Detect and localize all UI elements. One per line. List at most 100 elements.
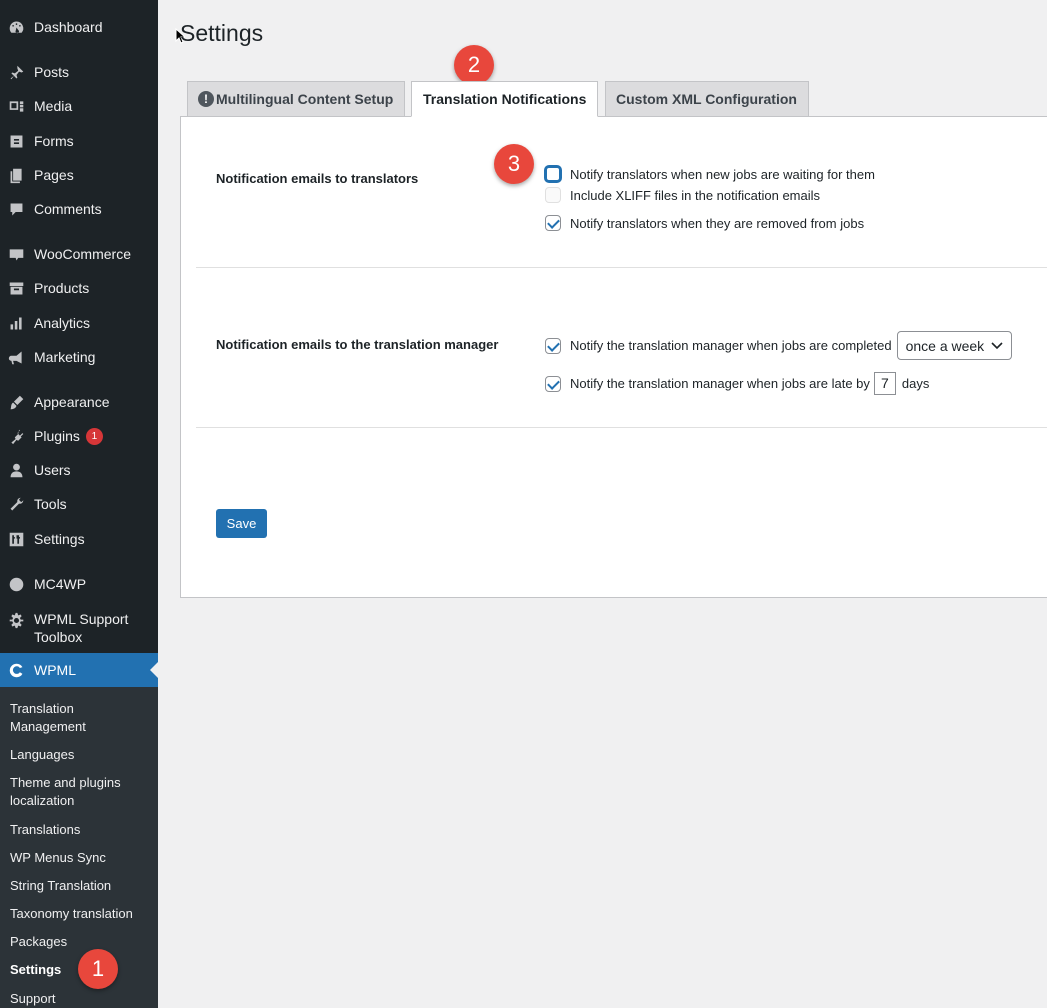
- menu-label: Posts: [34, 64, 70, 80]
- menu-woocommerce[interactable]: WooCommerce: [0, 237, 158, 271]
- wrench-icon: [7, 495, 25, 513]
- chevron-down-icon: [991, 341, 1003, 349]
- menu-wpml[interactable]: WPML: [0, 653, 158, 687]
- option-notify-new-jobs[interactable]: Notify translators when new jobs are wai…: [545, 166, 875, 182]
- user-icon: [7, 461, 25, 479]
- brush-icon: [7, 393, 25, 411]
- option-notify-late[interactable]: Notify the translation manager when jobs…: [545, 372, 929, 395]
- menu-posts[interactable]: Posts: [0, 55, 158, 89]
- pages-icon: [7, 166, 25, 184]
- menu-tools[interactable]: Tools: [0, 487, 158, 521]
- menu-label: Users: [34, 462, 71, 478]
- option-label: Include XLIFF files in the notification …: [570, 187, 821, 203]
- section-divider: [196, 427, 1047, 428]
- media-icon: [7, 97, 25, 115]
- menu-mc4wp[interactable]: MC4WP: [0, 567, 158, 601]
- tab-label: Custom XML Configuration: [616, 91, 797, 107]
- section-divider: [196, 267, 1047, 268]
- submenu-languages[interactable]: Languages: [10, 746, 150, 764]
- menu-label: Comments: [34, 201, 102, 217]
- option-notify-removed[interactable]: Notify translators when they are removed…: [545, 215, 864, 231]
- archive-icon: [7, 279, 25, 297]
- plugin-icon: [7, 427, 25, 445]
- active-menu-arrow: [150, 662, 158, 678]
- wpml-icon: [7, 661, 25, 679]
- menu-label: Forms: [34, 133, 74, 149]
- tab-multilingual-content-setup[interactable]: ! Multilingual Content Setup: [187, 81, 405, 117]
- mc4wp-icon: [7, 575, 25, 593]
- menu-comments[interactable]: Comments: [0, 192, 158, 226]
- menu-products[interactable]: Products: [0, 271, 158, 305]
- menu-dashboard[interactable]: Dashboard: [0, 10, 158, 44]
- gear-icon: [7, 611, 25, 629]
- menu-pages[interactable]: Pages: [0, 158, 158, 192]
- submenu-wp-menus-sync[interactable]: WP Menus Sync: [10, 849, 150, 867]
- sliders-icon: [7, 530, 25, 548]
- submenu-taxonomy-translation[interactable]: Taxonomy translation: [10, 905, 150, 923]
- menu-plugins[interactable]: Plugins 1: [0, 419, 158, 453]
- menu-label: WPML Support Toolbox: [34, 611, 129, 645]
- option-label: Notify the translation manager when jobs…: [570, 338, 892, 353]
- menu-label: Analytics: [34, 315, 91, 331]
- menu-label: Appearance: [34, 394, 110, 410]
- menu-appearance[interactable]: Appearance: [0, 385, 158, 419]
- menu-label: Marketing: [34, 349, 96, 365]
- menu-label: Plugins: [34, 428, 80, 444]
- step-marker-2: 2: [454, 45, 494, 85]
- menu-label: Media: [34, 98, 73, 114]
- days-label: days: [901, 376, 930, 391]
- menu-label: Tools: [34, 496, 67, 512]
- submenu-translations[interactable]: Translations: [10, 821, 150, 839]
- update-count-badge: 1: [85, 427, 103, 445]
- menu-label: Dashboard: [34, 19, 103, 35]
- menu-analytics[interactable]: Analytics: [0, 306, 158, 340]
- menu-wpml-support-toolbox[interactable]: WPML Support Toolbox: [0, 606, 158, 650]
- menu-label: Settings: [34, 531, 85, 547]
- option-label: Notify the translation manager when jobs…: [570, 376, 870, 391]
- manager-section-label: Notification emails to the translation m…: [216, 337, 499, 352]
- woocommerce-icon: [7, 245, 25, 263]
- translators-section-label: Notification emails to translators: [216, 171, 419, 186]
- menu-media[interactable]: Media: [0, 89, 158, 123]
- forms-icon: [7, 132, 25, 150]
- comments-icon: [7, 200, 25, 218]
- menu-label: WPML: [34, 662, 76, 678]
- menu-marketing[interactable]: Marketing: [0, 340, 158, 374]
- submenu-packages[interactable]: Packages: [10, 933, 150, 951]
- include-xliff-checkbox: [545, 187, 561, 203]
- notify-removed-checkbox[interactable]: [545, 215, 561, 231]
- notify-new-jobs-checkbox[interactable]: [545, 166, 561, 182]
- megaphone-icon: [7, 348, 25, 366]
- save-button[interactable]: Save: [216, 509, 267, 538]
- tab-label: Translation Notifications: [423, 91, 587, 107]
- notify-completed-checkbox[interactable]: [545, 337, 561, 354]
- tab-label: Multilingual Content Setup: [216, 91, 394, 107]
- option-notify-completed[interactable]: Notify the translation manager when jobs…: [545, 331, 1012, 360]
- bar-chart-icon: [7, 314, 25, 332]
- submenu-support[interactable]: Support: [10, 990, 150, 1008]
- menu-forms[interactable]: Forms: [0, 124, 158, 158]
- tab-translation-notifications[interactable]: Translation Notifications: [411, 81, 598, 117]
- notify-late-checkbox[interactable]: [545, 375, 561, 392]
- step-marker-1: 1: [78, 949, 118, 989]
- admin-sidebar: Dashboard Posts Media Forms Pages Commen…: [0, 0, 158, 1008]
- option-label: Notify translators when new jobs are wai…: [570, 166, 875, 182]
- menu-label: MC4WP: [34, 576, 87, 592]
- submenu-string-translation[interactable]: String Translation: [10, 877, 150, 895]
- dashboard-icon: [7, 18, 25, 36]
- submenu-theme-plugins-localization[interactable]: Theme and plugins localization: [10, 774, 150, 810]
- option-include-xliff: Include XLIFF files in the notification …: [545, 187, 820, 203]
- submenu-translation-management[interactable]: Translation Management: [10, 700, 150, 736]
- frequency-select[interactable]: once a week: [896, 331, 1012, 360]
- menu-label: Pages: [34, 167, 74, 183]
- warning-icon: !: [198, 91, 214, 107]
- tab-custom-xml-configuration[interactable]: Custom XML Configuration: [605, 81, 809, 117]
- step-marker-3: 3: [494, 144, 534, 184]
- page-title: Settings: [180, 20, 264, 46]
- option-label: Notify translators when they are removed…: [570, 215, 865, 231]
- menu-settings[interactable]: Settings: [0, 522, 158, 556]
- menu-users[interactable]: Users: [0, 453, 158, 487]
- late-days-input[interactable]: 7: [873, 372, 896, 395]
- menu-label: WooCommerce: [34, 246, 131, 262]
- frequency-value: once a week: [905, 337, 985, 354]
